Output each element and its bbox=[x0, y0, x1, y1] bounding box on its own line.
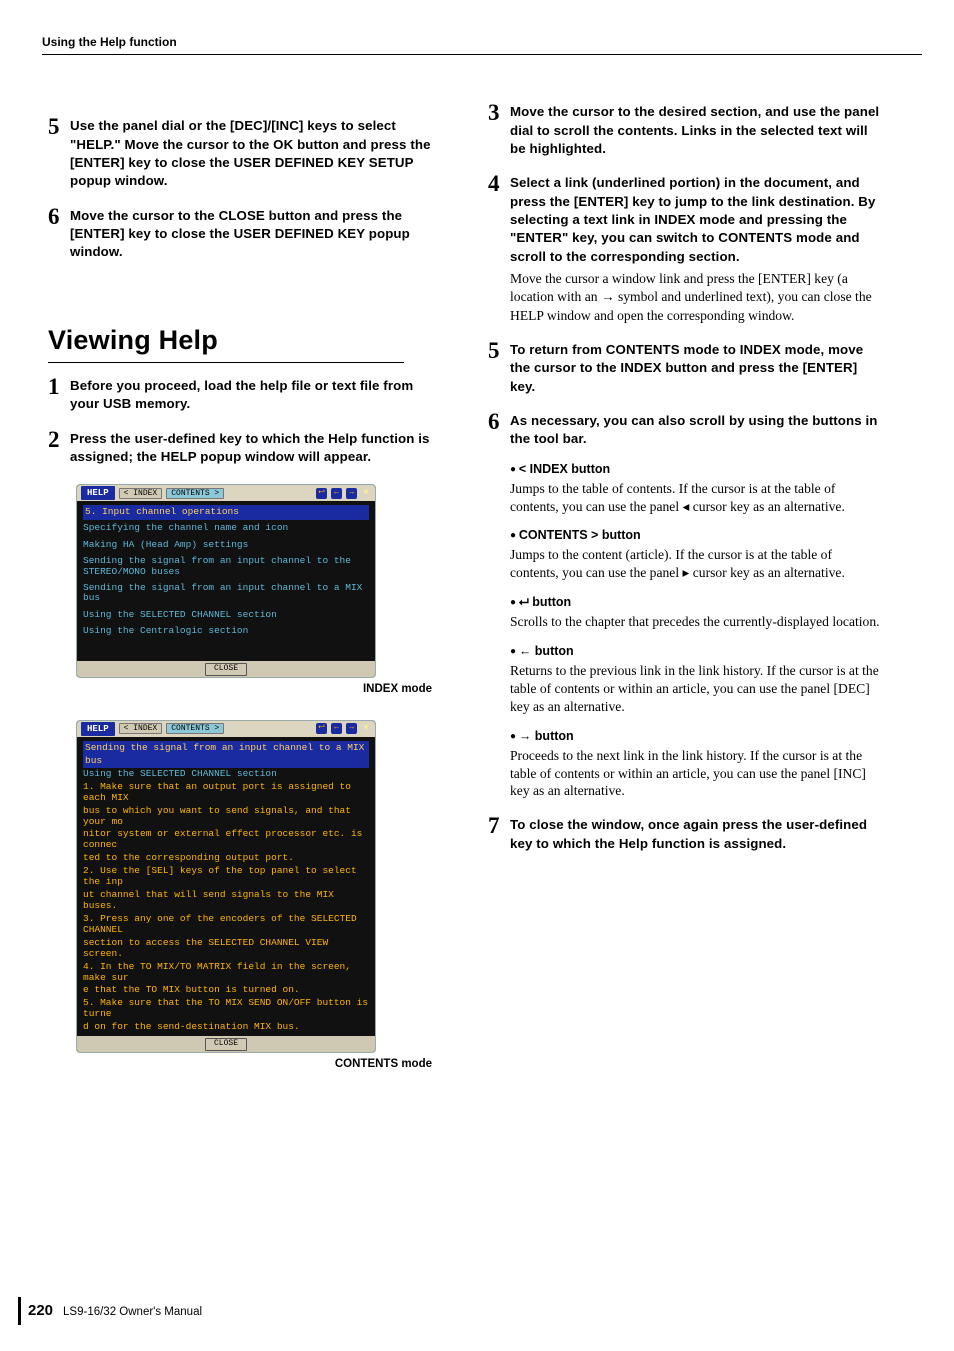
r-step-7: 7 To close the window, once again press … bbox=[488, 814, 882, 853]
footer-accent-bar bbox=[18, 1297, 21, 1325]
ss1-close-bar: CLOSE bbox=[77, 661, 375, 677]
close-icon: × bbox=[361, 722, 371, 736]
ss1-index-btn: < INDEX bbox=[119, 488, 163, 499]
ss2-sub: Using the SELECTED CHANNEL section bbox=[83, 768, 369, 780]
back-icon: ← bbox=[331, 723, 342, 734]
ss1-line: Using the Centralogic section bbox=[83, 623, 369, 639]
ss2-body-line: bus to which you want to send signals, a… bbox=[83, 805, 369, 829]
r-step-7-text: To close the window, once again press th… bbox=[510, 816, 882, 853]
ss2-body-line: nitor system or external effect processo… bbox=[83, 828, 369, 852]
ss2-index-btn: < INDEX bbox=[119, 723, 163, 734]
ss2-close-btn: CLOSE bbox=[205, 1038, 247, 1051]
ss1-title: HELP bbox=[81, 486, 115, 500]
ss1-titlebar: HELP < INDEX CONTENTS > ⮠ ← → × bbox=[77, 485, 375, 501]
ss1-line: Specifying the channel name and icon bbox=[83, 520, 369, 536]
ss2-body: Sending the signal from an input channel… bbox=[77, 737, 375, 1036]
ss2-body-line: 4. In the TO MIX/TO MATRIX field in the … bbox=[83, 961, 369, 985]
bullet-up: ⮠ button Scrolls to the chapter that pre… bbox=[510, 594, 882, 631]
fwd-icon: → bbox=[346, 723, 357, 734]
ss2-body-line: 2. Use the [SEL] keys of the top panel t… bbox=[83, 865, 369, 889]
ss2-body-line: 1. Make sure that an output port is assi… bbox=[83, 781, 369, 805]
section-title-wrap: Viewing Help bbox=[48, 322, 404, 363]
r-step-4-text: Select a link (underlined portion) in th… bbox=[510, 174, 882, 266]
step-6-prev: 6 Move the cursor to the CLOSE button an… bbox=[48, 205, 442, 262]
bullet-body: Jumps to the content (article). If the c… bbox=[510, 546, 882, 582]
fwd-icon: → bbox=[346, 488, 357, 499]
ss1-line: Sending the signal from an input channel… bbox=[83, 580, 369, 607]
header-rule bbox=[42, 54, 922, 55]
ss1-line: Making HA (Head Amp) settings bbox=[83, 537, 369, 553]
bullet-head: < INDEX button bbox=[510, 461, 882, 478]
bullet-body: Returns to the previous link in the link… bbox=[510, 662, 882, 716]
two-column-layout: 5 Use the panel dial or the [DEC]/[INC] … bbox=[48, 101, 914, 1072]
bullet-head: → button bbox=[510, 728, 882, 745]
vh-step-2: 2 Press the user-defined key to which th… bbox=[48, 428, 442, 467]
left-column: 5 Use the panel dial or the [DEC]/[INC] … bbox=[48, 101, 442, 1072]
bullet-head: ← button bbox=[510, 643, 882, 660]
page-footer: 220 LS9-16/32 Owner's Manual bbox=[28, 1301, 202, 1321]
ss1-highlight: 5. Input channel operations bbox=[83, 505, 369, 520]
ss2-body-line: ut channel that will send signals to the… bbox=[83, 889, 369, 913]
bullet-head: ⮠ button bbox=[510, 594, 882, 611]
ss1-close-btn: CLOSE bbox=[205, 663, 247, 676]
running-header: Using the Help function bbox=[42, 34, 914, 50]
help-screenshot-index: HELP < INDEX CONTENTS > ⮠ ← → × 5. Input… bbox=[76, 484, 376, 678]
r-step-5: 5 To return from CONTENTS mode to INDEX … bbox=[488, 339, 882, 396]
r-step-3: 3 Move the cursor to the desired section… bbox=[488, 101, 882, 158]
up-return-icon: ⮠ bbox=[316, 488, 327, 499]
r-step-3-text: Move the cursor to the desired section, … bbox=[510, 103, 882, 158]
right-column: 3 Move the cursor to the desired section… bbox=[488, 101, 882, 1072]
ss1-line: Sending the signal from an input channel… bbox=[83, 553, 369, 580]
r-step-6-text: As necessary, you can also scroll by usi… bbox=[510, 412, 882, 449]
bullet-head: CONTENTS > button bbox=[510, 527, 882, 544]
bullet-body: Scrolls to the chapter that precedes the… bbox=[510, 613, 882, 631]
vh-step-1-text: Before you proceed, load the help file o… bbox=[70, 377, 442, 414]
vh-step-2-text: Press the user-defined key to which the … bbox=[70, 430, 442, 467]
ss2-title: HELP bbox=[81, 722, 115, 736]
ss2-body-line: ted to the corresponding output port. bbox=[83, 852, 369, 865]
footer-text: LS9-16/32 Owner's Manual bbox=[63, 1305, 202, 1321]
r-step-5-text: To return from CONTENTS mode to INDEX mo… bbox=[510, 341, 882, 396]
caption-contents-mode: CONTENTS mode bbox=[48, 1057, 432, 1073]
bullet-body: Proceeds to the next link in the link hi… bbox=[510, 747, 882, 801]
section-title: Viewing Help bbox=[48, 322, 404, 358]
bullet-contents: CONTENTS > button Jumps to the content (… bbox=[510, 527, 882, 582]
r-step-4-note: Move the cursor a window link and press … bbox=[510, 270, 882, 325]
up-return-icon: ⮠ bbox=[316, 723, 327, 734]
ss1-body: 5. Input channel operations Specifying t… bbox=[77, 501, 375, 661]
ss2-body-line: 5. Make sure that the TO MIX SEND ON/OFF… bbox=[83, 997, 369, 1021]
ss2-body-line: section to access the SELECTED CHANNEL V… bbox=[83, 937, 369, 961]
step-6-text: Move the cursor to the CLOSE button and … bbox=[70, 207, 442, 262]
r-step-6: 6 As necessary, you can also scroll by u… bbox=[488, 410, 882, 800]
close-icon: × bbox=[361, 487, 371, 501]
ss1-contents-btn: CONTENTS > bbox=[166, 488, 224, 499]
page-number: 220 bbox=[28, 1301, 53, 1321]
ss2-highlight: Sending the signal from an input channel… bbox=[83, 741, 369, 769]
ss2-titlebar: HELP < INDEX CONTENTS > ⮠ ← → × bbox=[77, 721, 375, 737]
bullet-index: < INDEX button Jumps to the table of con… bbox=[510, 461, 882, 516]
bullet-back: ← button Returns to the previous link in… bbox=[510, 643, 882, 716]
ss2-body-line: 3. Press any one of the encoders of the … bbox=[83, 913, 369, 937]
back-icon: ← bbox=[331, 488, 342, 499]
ss1-line: Using the SELECTED CHANNEL section bbox=[83, 607, 369, 623]
r-step-4: 4 Select a link (underlined portion) in … bbox=[488, 172, 882, 325]
ss2-body-line: d on for the send-destination MIX bus. bbox=[83, 1021, 369, 1034]
step-5-text: Use the panel dial or the [DEC]/[INC] ke… bbox=[70, 117, 442, 190]
bullet-body: Jumps to the table of contents. If the c… bbox=[510, 480, 882, 516]
vh-step-1: 1 Before you proceed, load the help file… bbox=[48, 375, 442, 414]
bullet-fwd: → button Proceeds to the next link in th… bbox=[510, 728, 882, 801]
ss2-contents-btn: CONTENTS > bbox=[166, 723, 224, 734]
ss2-body-line: e that the TO MIX button is turned on. bbox=[83, 984, 369, 997]
help-screenshot-contents: HELP < INDEX CONTENTS > ⮠ ← → × Sending … bbox=[76, 720, 376, 1053]
caption-index-mode: INDEX mode bbox=[48, 682, 432, 698]
step-5-prev: 5 Use the panel dial or the [DEC]/[INC] … bbox=[48, 115, 442, 190]
ss2-close-bar: CLOSE bbox=[77, 1036, 375, 1052]
